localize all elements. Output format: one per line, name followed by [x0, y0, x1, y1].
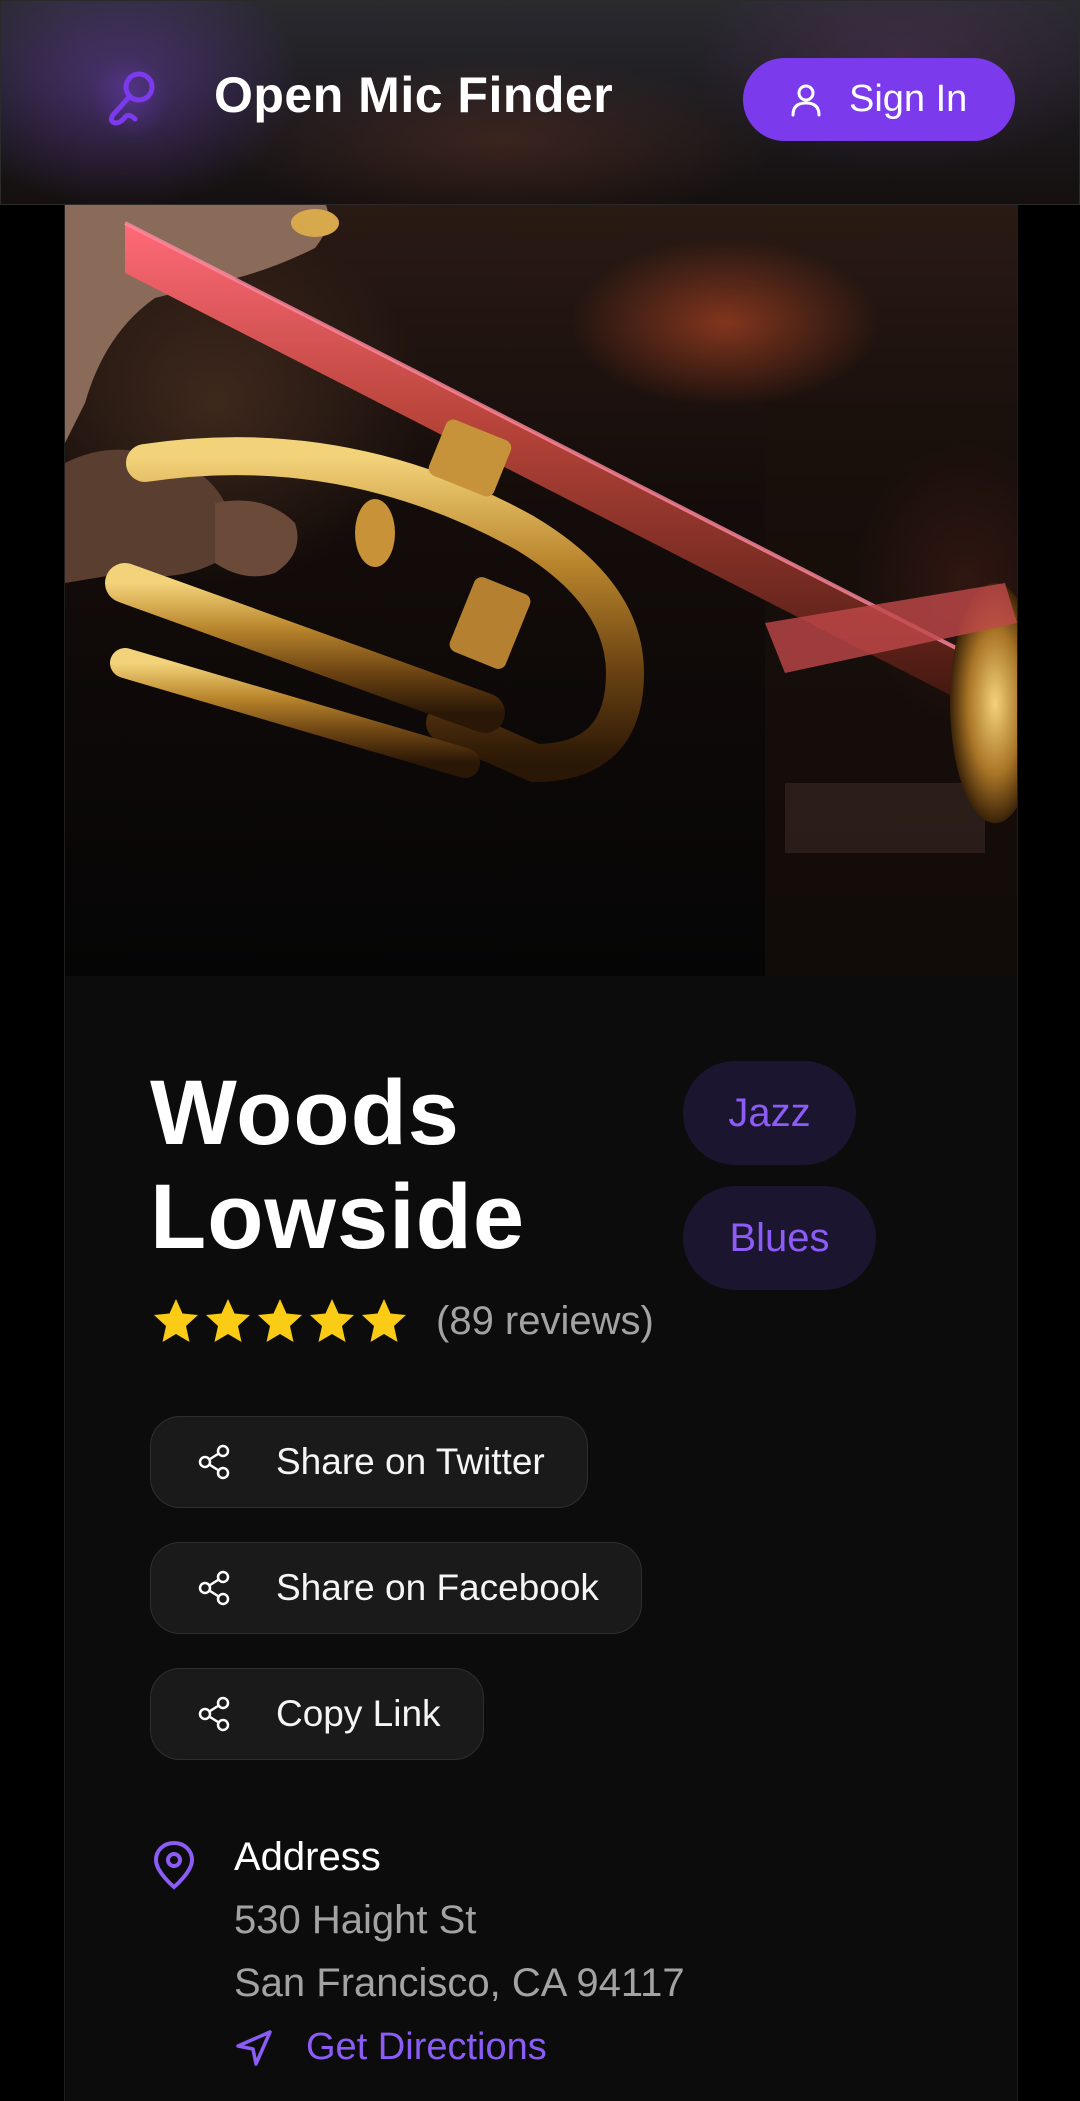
user-icon — [791, 84, 821, 116]
share-twitter-label: Share on Twitter — [276, 1441, 545, 1482]
star-icon — [310, 1299, 354, 1342]
share-icon — [198, 1696, 230, 1732]
venue-name: Woods Lowside — [150, 1062, 526, 1268]
copy-link-button[interactable]: Copy Link — [150, 1668, 484, 1760]
review-count[interactable]: (89 reviews) — [436, 1299, 654, 1344]
navigation-icon — [236, 2029, 272, 2066]
address-street: 530 Haight St — [234, 1898, 477, 1942]
star-rating — [151, 1296, 411, 1346]
get-directions-link[interactable]: Get Directions — [234, 2026, 547, 2069]
share-facebook-label: Share on Facebook — [276, 1567, 599, 1608]
app-logo[interactable] — [91, 59, 171, 139]
trumpet-photo — [65, 203, 1017, 976]
sign-in-button[interactable]: Sign In — [743, 58, 1015, 141]
map-pin-icon — [153, 1840, 195, 1890]
genre-tag-jazz[interactable]: Jazz — [683, 1061, 856, 1165]
hero-image — [65, 203, 1017, 976]
address-heading: Address — [234, 1835, 381, 1879]
venue-card: Woods Lowside Jazz Blues (89 reviews) Sh… — [64, 203, 1018, 2101]
share-facebook-button[interactable]: Share on Facebook — [150, 1542, 642, 1634]
share-icon — [198, 1570, 230, 1606]
rating: (89 reviews) — [151, 1296, 654, 1346]
star-icon — [154, 1299, 198, 1342]
copy-link-label: Copy Link — [276, 1693, 441, 1734]
share-twitter-button[interactable]: Share on Twitter — [150, 1416, 588, 1508]
sign-in-label: Sign In — [849, 78, 968, 120]
star-icon — [258, 1299, 302, 1342]
share-icon — [198, 1444, 230, 1480]
star-icon — [206, 1299, 250, 1342]
app-header: Open Mic Finder Sign In — [0, 0, 1080, 205]
app-title[interactable]: Open Mic Finder — [214, 66, 613, 124]
genre-tag-blues[interactable]: Blues — [683, 1186, 876, 1290]
get-directions-label: Get Directions — [306, 2026, 547, 2068]
microphone-icon — [108, 71, 155, 126]
star-icon — [362, 1299, 406, 1342]
address-city: San Francisco, CA 94117 — [234, 1961, 685, 2005]
